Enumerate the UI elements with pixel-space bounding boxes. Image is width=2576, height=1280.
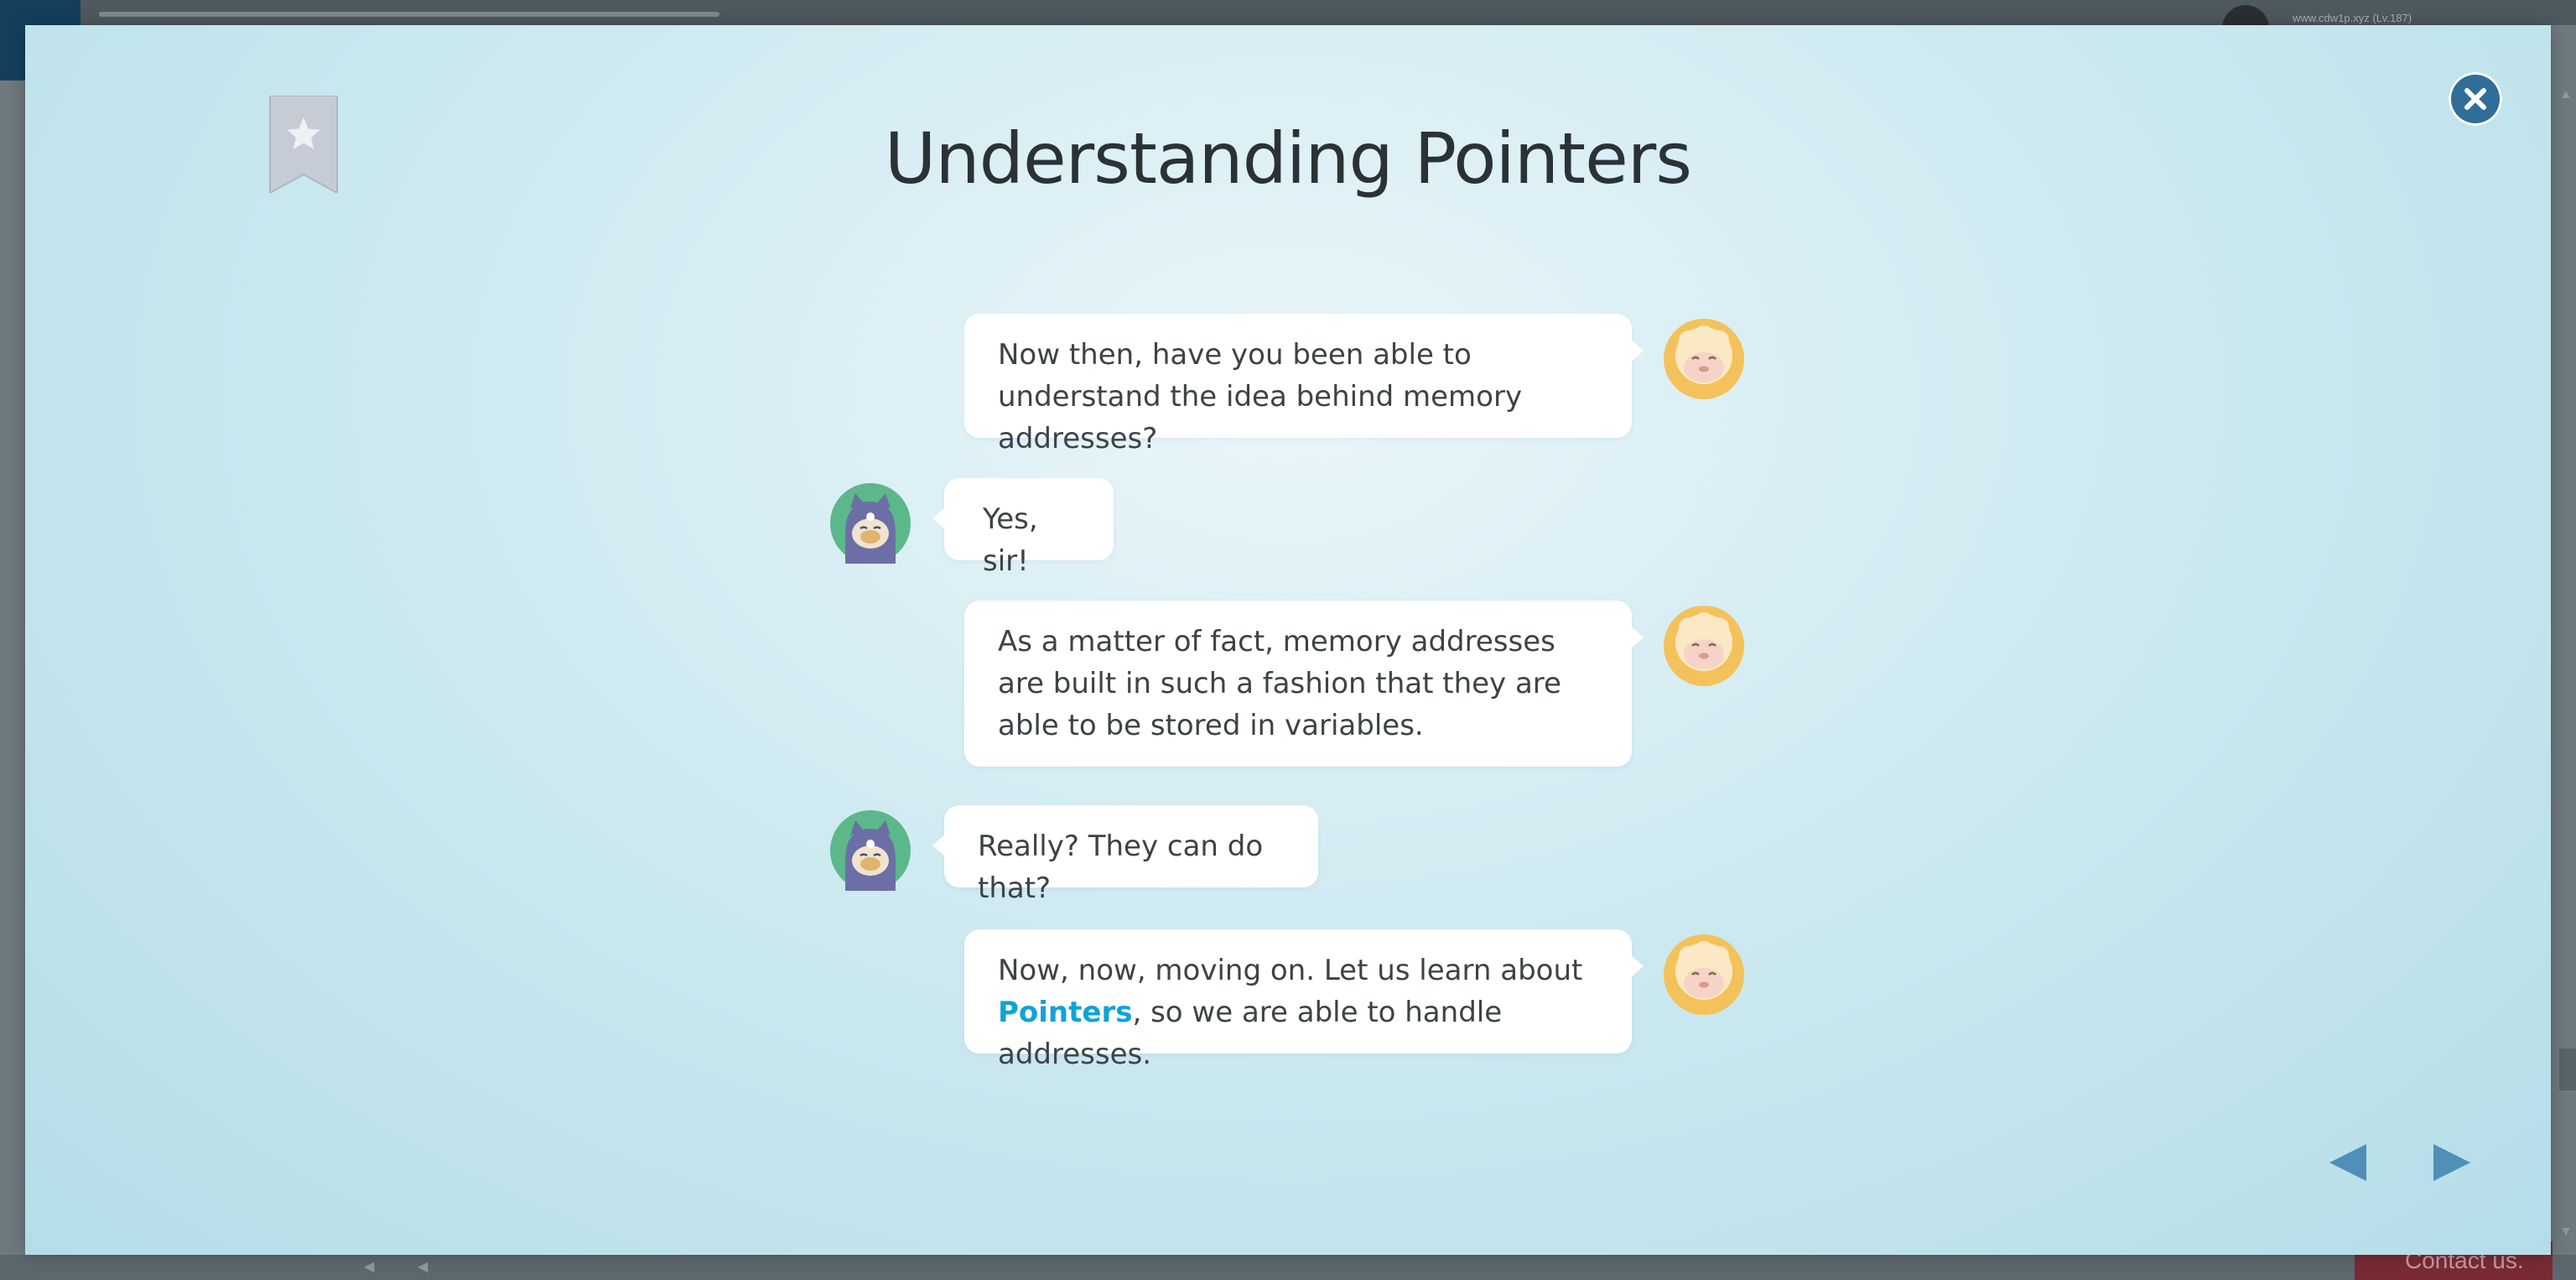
background-scrollbar-thumb [2559, 1048, 2576, 1090]
message-text: Now then, have you been able to understa… [998, 338, 1523, 455]
sheep-avatar-icon [1664, 319, 1744, 399]
next-button[interactable] [2427, 1137, 2477, 1188]
scroll-down-icon: ▼ [2559, 1225, 2573, 1239]
cat-avatar-icon [830, 810, 911, 891]
sheep-avatar-icon [1664, 934, 1744, 1015]
sheep-avatar-icon [1664, 606, 1744, 686]
background-bottom-bar [0, 1255, 2576, 1280]
keyword-pointers-link[interactable]: Pointers [998, 996, 1132, 1029]
scroll-left-icon: ◀ [418, 1260, 428, 1274]
scroll-left-icon: ◀ [364, 1260, 375, 1274]
speech-bubble-teacher: Now then, have you been able to understa… [964, 314, 1644, 455]
message-text: Really? They can do that? [978, 830, 1264, 905]
scroll-up-icon: ▲ [2559, 87, 2573, 101]
speech-bubble-teacher: As a matter of fact, memory addresses ar… [964, 601, 1644, 767]
message-text-start: Now, now, moving on. Let us learn about [998, 954, 1583, 987]
close-icon [2464, 88, 2486, 110]
speech-bubble-teacher: Now, now, moving on. Let us learn about … [964, 929, 1644, 1071]
message-text: As a matter of fact, memory addresses ar… [998, 625, 1561, 742]
page-title: Understanding Pointers [884, 117, 1692, 200]
previous-button[interactable] [2323, 1137, 2373, 1188]
speech-bubble-student: Really? They can do that? [932, 805, 1318, 905]
message-text: Yes, sir! [983, 502, 1038, 578]
cat-avatar-icon [830, 483, 911, 564]
triangle-left-icon [2329, 1144, 2366, 1181]
background-user-text: www.cdw1p.xyz (Lv.187) [2293, 12, 2412, 24]
lesson-modal: Understanding Pointers Now then, have yo… [25, 25, 2551, 1255]
speech-bubble-student: Yes, sir! [932, 478, 1114, 578]
triangle-right-icon [2433, 1144, 2470, 1181]
background-search-bar [99, 12, 719, 17]
